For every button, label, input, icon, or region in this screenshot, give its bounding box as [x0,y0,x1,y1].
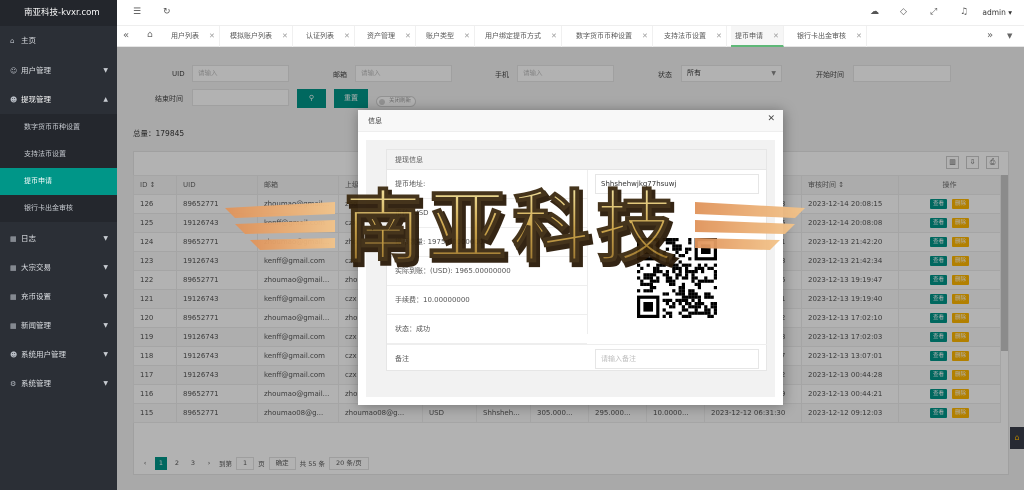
sidebar: 南亚科技-kvxr.com ⌂ 主页 ☺ 用户管理 ▼ ☻ 提现管理 ▲ 数字货币币种… [0,0,117,490]
tabs-prev-icon[interactable]: « [123,30,129,41]
theme-icon[interactable]: ☁ [870,7,879,17]
close-icon: ✕ [642,32,648,40]
tab-auth-list[interactable]: 认证列表 ✕ [302,26,355,47]
fee-text: 手续费：10.00000000 [387,286,587,315]
sidebar-item-system[interactable]: ⚙ 系统管理 ▼ [0,369,117,398]
tab-user-list[interactable]: 用户列表 ✕ [167,26,220,47]
chevron-down-icon: ▼ [103,322,108,329]
close-icon: ✕ [773,32,779,40]
chevron-down-icon: ▼ [103,264,108,271]
dialog-title: 信息 [358,110,783,132]
tab-demo-accounts[interactable]: 模拟账户列表 ✕ [226,26,293,47]
grid-icon: ▦ [10,235,17,243]
chevron-down-icon: ▼ [103,235,108,242]
grid-icon: ▦ [10,322,17,330]
sidebar-item-bulk[interactable]: ▦ 大宗交易 ▼ [0,253,117,282]
top-bar: ☰ ↻ ☁ ◇ ⤢ ♫ admin ▾ [117,0,1024,26]
close-icon[interactable]: ✕ [767,114,775,124]
close-icon: ✕ [716,32,722,40]
fullscreen-icon[interactable]: ⤢ [930,7,937,17]
tab-bind-withdraw[interactable]: 用户绑定提币方式 ✕ [481,26,562,47]
sidebar-item-deposit[interactable]: ▦ 充币设置 ▼ [0,282,117,311]
close-icon: ✕ [551,32,557,40]
refresh-icon[interactable]: ↻ [163,7,171,17]
bell-icon[interactable]: ♫ [960,7,968,17]
tabs-next-icon[interactable]: » [987,30,993,41]
tab-bank-review[interactable]: 银行卡出金审核 ✕ [793,26,867,47]
watermark-logo: 南亚科技 南亚科技 [225,182,805,275]
sidebar-sub-bank[interactable]: 银行卡出金审核 [0,195,117,222]
watermark-text-gold: 南亚科技 [344,183,680,273]
grid-icon: ▦ [10,293,17,301]
sidebar-item-home[interactable]: ⌂ 主页 [0,26,117,56]
sidebar-item-log[interactable]: ▦ 日志 ▼ [0,224,117,253]
grid-icon: ▦ [10,264,17,272]
menu-toggle-icon[interactable]: ☰ [133,7,141,17]
tab-account-type[interactable]: 账户类型 ✕ [422,26,475,47]
close-icon: ✕ [209,32,215,40]
sidebar-sub-currency[interactable]: 数字货币币种设置 [0,114,117,141]
chevron-down-icon: ▼ [103,380,108,387]
tabs-menu-icon[interactable]: ▼ [1007,32,1012,40]
close-icon: ✕ [405,32,411,40]
close-icon: ✕ [464,32,470,40]
remark-input[interactable]: 请输入备注 [595,349,759,369]
status-text: 状态：成功 [387,315,587,344]
home-icon: ⌂ [10,37,15,45]
users-icon: ☺ [10,67,18,75]
user-icon: ☻ [10,96,18,104]
chevron-down-icon: ▼ [103,293,108,300]
sidebar-item-withdraw[interactable]: ☻ 提现管理 ▲ [0,85,117,114]
close-icon: ✕ [282,32,288,40]
tab-assets[interactable]: 资产管理 ✕ [363,26,416,47]
tab-withdraw-apply[interactable]: 提币申请 ✕ [731,26,784,47]
sidebar-sub-withdraw-apply[interactable]: 提币申请 [0,168,117,195]
sidebar-item-users[interactable]: ☺ 用户管理 ▼ [0,56,117,85]
close-icon: ✕ [856,32,862,40]
chevron-down-icon: ▼ [103,351,108,358]
tab-bar: « ⌂ 用户列表 ✕ 模拟账户列表 ✕ 认证列表 ✕ 资产管理 ✕ 账户类型 ✕ 用户绑定… [117,26,1024,47]
chevron-up-icon: ▲ [103,96,108,103]
chevron-down-icon: ▼ [103,67,108,74]
sidebar-sub-fiat[interactable]: 支持法币设置 [0,141,117,168]
close-icon: ✕ [344,32,350,40]
gear-icon: ⚙ [10,380,17,388]
tab-fiat-settings[interactable]: 支持法币设置 ✕ [660,26,727,47]
sidebar-item-sysusers[interactable]: ☻ 系统用户管理 ▼ [0,340,117,369]
tab-currency-settings[interactable]: 数字货币币种设置 ✕ [572,26,653,47]
tag-icon[interactable]: ◇ [900,7,907,17]
sidebar-item-news[interactable]: ▦ 新闻管理 ▼ [0,311,117,340]
info-section-title: 提现信息 [387,150,766,170]
app-logo: 南亚科技-kvxr.com [0,0,117,26]
user-menu[interactable]: admin ▾ [982,8,1012,17]
home-tab-icon[interactable]: ⌂ [147,30,153,40]
user-icon: ☻ [10,351,18,359]
